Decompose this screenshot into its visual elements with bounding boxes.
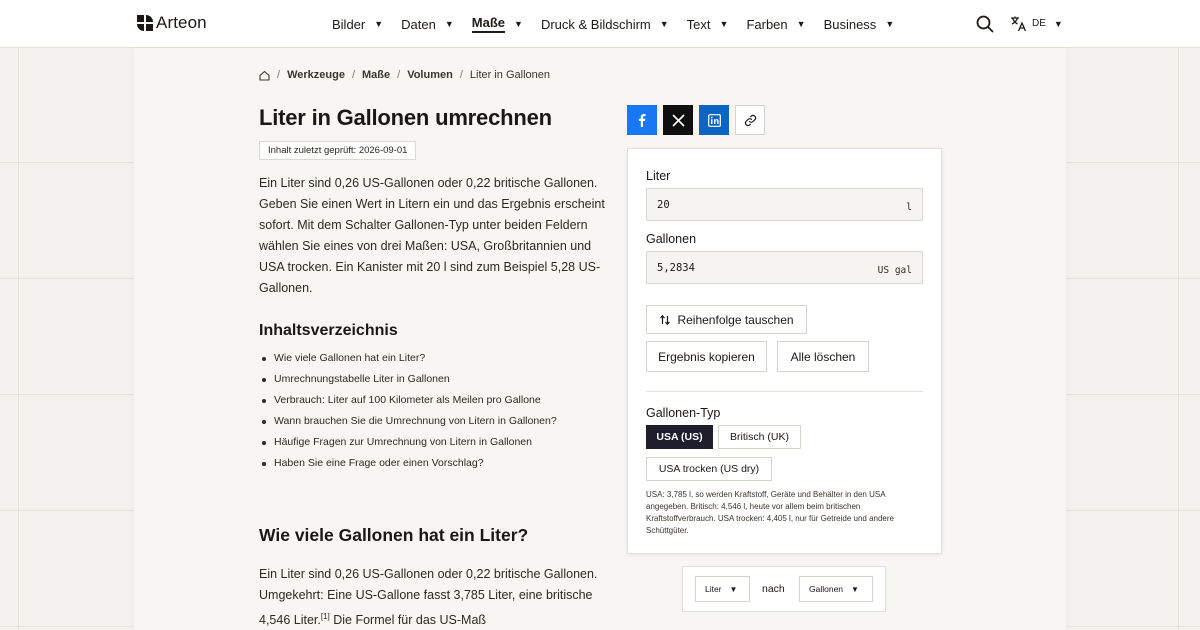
nav-label: Text [686, 16, 711, 32]
language-selector[interactable]: DE ▼ [1010, 15, 1063, 32]
share-x-button[interactable] [663, 105, 693, 135]
x-icon [671, 113, 685, 127]
breadcrumb-volumen[interactable]: Volumen [407, 69, 453, 81]
caret-down-icon: ▼ [374, 19, 384, 29]
gallon-type-uk[interactable]: Britisch (UK) [718, 425, 801, 449]
gallon-input[interactable] [657, 261, 837, 274]
nav-label: Maße [471, 15, 506, 33]
to-unit-value: Gallonen [809, 584, 844, 594]
swap-arrows-icon [660, 314, 671, 325]
brand-logo[interactable]: Arteon [137, 13, 207, 33]
gallon-type-us[interactable]: USA (US) [646, 425, 713, 449]
top-navigation-bar: Arteon Bilder ▼ Daten ▼ Maße ▼ Druck & B… [0, 0, 1200, 48]
toc-item[interactable]: Verbrauch: Liter auf 100 Kilometer als M… [259, 390, 557, 411]
toc-item[interactable]: Haben Sie eine Frage oder einen Vorschla… [259, 453, 557, 474]
table-of-contents: Wie viele Gallonen hat ein Liter? Umrech… [259, 348, 557, 474]
nav-item-daten[interactable]: Daten ▼ [401, 0, 454, 48]
gallon-field: US gal [646, 251, 923, 284]
nav-label: Daten [401, 16, 436, 32]
share-buttons [627, 105, 771, 135]
section-text-end: Die Formel für das US-Maß [329, 613, 487, 628]
converter-panel: Liter l Gallonen US gal Reihenfolge taus… [627, 148, 942, 554]
nav-item-druck-bildschirm[interactable]: Druck & Bildschirm ▼ [541, 0, 669, 48]
caret-down-icon: ▼ [719, 19, 729, 29]
toc-item[interactable]: Häufige Fragen zur Umrechnung von Litern… [259, 432, 557, 453]
brand-name: Arteon [156, 13, 207, 32]
caret-down-icon: ▼ [514, 19, 523, 29]
page-title: Liter in Gallonen umrechnen [259, 105, 552, 130]
breadcrumb-masse[interactable]: Maße [362, 69, 390, 81]
nav-label: Druck & Bildschirm [540, 16, 651, 32]
intro-paragraph: Ein Liter sind 0,26 US-Gallonen oder 0,2… [259, 176, 605, 295]
breadcrumb-werkzeuge[interactable]: Werkzeuge [287, 69, 345, 81]
main-nav: Bilder ▼ Daten ▼ Maße ▼ Druck & Bildschi… [332, 0, 912, 48]
caret-down-icon: ▼ [885, 19, 895, 29]
copy-result-button[interactable]: Ergebnis kopieren [646, 341, 767, 372]
swap-order-label: Reihenfolge tauschen [677, 312, 794, 327]
translate-icon [1011, 16, 1027, 32]
breadcrumb: / Werkzeuge / Maße / Volumen / Liter in … [259, 69, 550, 81]
caret-down-icon: ▼ [444, 19, 454, 29]
from-unit-label: Liter [646, 169, 671, 183]
from-unit-value: Liter [705, 584, 722, 594]
toc-title: Inhaltsverzeichnis [259, 322, 398, 339]
caret-down-icon: ▼ [729, 584, 738, 594]
facebook-icon [638, 114, 646, 127]
caret-down-icon: ▼ [851, 584, 859, 594]
divider [646, 391, 923, 392]
liter-unit: l [906, 202, 912, 213]
share-facebook-button[interactable] [627, 105, 657, 135]
content-area: / Werkzeuge / Maße / Volumen / Liter in … [134, 48, 1066, 630]
gallon-unit: US gal [877, 265, 912, 276]
home-icon[interactable] [259, 70, 270, 81]
nav-item-text[interactable]: Text ▼ [687, 0, 729, 48]
logo-mark-icon [137, 15, 153, 31]
gallon-type-note: USA: 3,785 l, so werden Kraftstoff, Gerä… [646, 490, 894, 535]
search-icon [976, 15, 994, 33]
to-unit-label: Gallonen [646, 232, 697, 246]
last-checked-badge: Inhalt zuletzt geprüft: 2026-09-01 [259, 141, 417, 160]
nav-item-masse[interactable]: Maße ▼ [471, 0, 523, 48]
toc-item[interactable]: Wie viele Gallonen hat ein Liter? [259, 348, 557, 369]
unit-connector: nach [762, 583, 785, 595]
search-button[interactable] [976, 15, 994, 33]
nav-label: Bilder [332, 16, 366, 32]
nav-label: Farben [746, 16, 788, 32]
unit-selector: Liter ▼ nach Gallonen ▼ [682, 566, 886, 612]
footnote-link[interactable]: [1] [321, 612, 330, 621]
liter-input[interactable] [657, 198, 837, 211]
language-code: DE [1032, 18, 1046, 29]
breadcrumb-separator: / [277, 69, 281, 81]
breadcrumb-separator: / [459, 69, 463, 81]
breadcrumb-separator: / [351, 69, 355, 81]
nav-label: Business [823, 16, 877, 32]
breadcrumb-separator: / [397, 69, 401, 81]
caret-down-icon: ▼ [659, 19, 669, 29]
to-unit-select[interactable]: Gallonen ▼ [799, 576, 873, 602]
link-icon [744, 114, 756, 126]
copy-link-button[interactable] [735, 105, 765, 135]
caret-down-icon: ▼ [1053, 18, 1063, 29]
liter-field: l [646, 188, 923, 221]
nav-item-business[interactable]: Business ▼ [824, 0, 895, 48]
toc-item[interactable]: Umrechnungstabelle Liter in Gallonen [259, 369, 557, 390]
caret-down-icon: ▼ [796, 19, 806, 29]
from-unit-select[interactable]: Liter ▼ [695, 576, 750, 602]
share-linkedin-button[interactable] [699, 105, 729, 135]
linkedin-icon [707, 113, 721, 127]
nav-item-bilder[interactable]: Bilder ▼ [332, 0, 383, 48]
breadcrumb-current: Liter in Gallonen [469, 69, 550, 81]
gallon-type-us-dry[interactable]: USA trocken (US dry) [646, 457, 772, 481]
toc-item[interactable]: Wann brauchen Sie die Umrechnung von Lit… [259, 411, 557, 432]
section-title: Wie viele Gallonen hat ein Liter? [259, 525, 529, 545]
gallon-type-label: Gallonen-Typ [646, 406, 721, 420]
nav-item-farben[interactable]: Farben ▼ [746, 0, 805, 48]
section-paragraph: Ein Liter sind 0,26 US-Gallonen oder 0,2… [259, 564, 609, 630]
clear-all-button[interactable]: Alle löschen [777, 341, 869, 372]
swap-order-button[interactable]: Reihenfolge tauschen [646, 305, 807, 334]
